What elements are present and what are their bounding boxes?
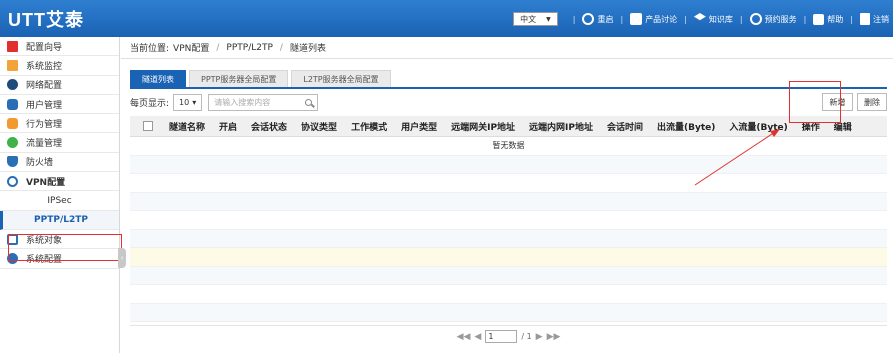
sidebar-item-ipsec[interactable]: IPSec xyxy=(0,191,119,211)
globe-icon xyxy=(7,79,18,91)
page-number-input[interactable]: 1 xyxy=(485,330,518,343)
language-select[interactable]: 中文 ▼ xyxy=(513,12,558,26)
traffic-icon xyxy=(7,137,18,149)
table-row xyxy=(130,192,887,211)
sidebar: 配置向导 系统监控 网络配置 用户管理 行为管理 流量管理 防火墙 VPN配置 … xyxy=(0,37,120,353)
brand-logo: UTT艾泰 xyxy=(8,10,84,30)
page-size-select[interactable]: 10 ▾ xyxy=(173,93,203,111)
chevron-down-icon: ▾ xyxy=(192,97,197,107)
search-input[interactable]: 请输入搜索内容 xyxy=(208,93,319,111)
select-all-checkbox[interactable] xyxy=(143,121,153,131)
knowledge-base-link[interactable]: 知识库 xyxy=(693,13,733,25)
hand-icon xyxy=(7,117,18,129)
first-page-icon[interactable]: ◀◀ xyxy=(457,332,471,342)
book-icon xyxy=(693,13,706,21)
product-discussion-link[interactable]: 产品讨论 xyxy=(630,13,677,25)
logout-link[interactable]: 注销 xyxy=(860,13,889,25)
search-icon[interactable] xyxy=(305,98,313,106)
logout-icon xyxy=(860,13,870,25)
table-row xyxy=(130,155,887,174)
table-header: 隧道名称 开启 会话状态 协议类型 工作模式 用户类型 远端网关IP地址 远端内… xyxy=(130,116,887,137)
last-page-icon[interactable]: ▶▶ xyxy=(547,332,561,342)
sidebar-item-users[interactable]: 用户管理 xyxy=(0,95,119,115)
sidebar-item-monitor[interactable]: 系统监控 xyxy=(0,56,119,76)
sidebar-item-behavior[interactable]: 行为管理 xyxy=(0,114,119,134)
sidebar-item-wizard[interactable]: 配置向导 xyxy=(0,37,119,57)
main-content: 当前位置: VPN配置 / PPTP/L2TP / 隧道列表 隧道列表 PPTP… xyxy=(121,37,893,353)
service-booking-link[interactable]: 预约服务 xyxy=(749,13,797,25)
empty-row: 暂无数据 xyxy=(130,137,887,156)
tab-l2tp-global[interactable]: L2TP服务器全局配置 xyxy=(291,70,391,87)
top-nav: 中文 ▼ | 重启 | 产品讨论 | 知识库 | 预约服务 | 帮助 | 注销 xyxy=(513,11,889,27)
sidebar-item-system-config[interactable]: 系统配置 xyxy=(0,249,119,269)
breadcrumb: 当前位置: VPN配置 / PPTP/L2TP / 隧道列表 xyxy=(121,37,893,59)
gear-icon xyxy=(7,252,18,264)
pagination: ◀◀ ◀ 1 / 1 ▶ ▶▶ xyxy=(130,325,887,347)
prev-page-icon[interactable]: ◀ xyxy=(474,332,481,342)
cube-icon xyxy=(7,233,18,245)
sidebar-item-firewall[interactable]: 防火墙 xyxy=(0,153,119,173)
chat-icon xyxy=(630,13,643,25)
table-row xyxy=(130,211,887,230)
sidebar-item-traffic[interactable]: 流量管理 xyxy=(0,133,119,153)
chevron-down-icon: ▼ xyxy=(546,15,551,23)
shield-icon xyxy=(7,156,18,168)
tab-tunnel-list[interactable]: 隧道列表 xyxy=(130,70,186,87)
page-total: / 1 xyxy=(521,332,532,341)
next-page-icon[interactable]: ▶ xyxy=(536,332,543,342)
service-icon xyxy=(749,13,762,25)
add-button[interactable]: 新增 xyxy=(822,93,853,111)
table-row xyxy=(130,229,887,248)
users-icon xyxy=(7,98,18,110)
table-row xyxy=(130,174,887,193)
flag-icon xyxy=(7,40,18,52)
help-icon xyxy=(813,13,825,25)
power-icon xyxy=(582,13,595,25)
vpn-icon xyxy=(7,175,18,187)
reboot-link[interactable]: 重启 xyxy=(582,13,613,25)
table-toolbar: 每页显示: 10 ▾ 请输入搜索内容 新增 删除 xyxy=(130,91,887,113)
sidebar-item-system-objects[interactable]: 系统对象 xyxy=(0,230,119,250)
help-link[interactable]: 帮助 xyxy=(813,13,843,25)
delete-button[interactable]: 删除 xyxy=(857,93,887,111)
tunnel-table: 隧道名称 开启 会话状态 协议类型 工作模式 用户类型 远端网关IP地址 远端内… xyxy=(130,116,887,322)
tab-pptp-global[interactable]: PPTP服务器全局配置 xyxy=(189,70,289,87)
table-row xyxy=(130,285,887,304)
sidebar-item-pptp-l2tp[interactable]: PPTP/L2TP xyxy=(0,210,119,230)
page-size-label: 每页显示: xyxy=(130,98,170,109)
table-row xyxy=(130,266,887,285)
table-row xyxy=(130,303,887,322)
sidebar-item-vpn[interactable]: VPN配置 xyxy=(0,172,119,192)
monitor-icon xyxy=(7,59,18,71)
tab-bar: 隧道列表 PPTP服务器全局配置 L2TP服务器全局配置 xyxy=(130,70,391,87)
table-row xyxy=(130,248,887,267)
sidebar-item-network[interactable]: 网络配置 xyxy=(0,76,119,95)
top-header: UTT艾泰 中文 ▼ | 重启 | 产品讨论 | 知识库 | 预约服务 | 帮助 xyxy=(0,0,893,37)
